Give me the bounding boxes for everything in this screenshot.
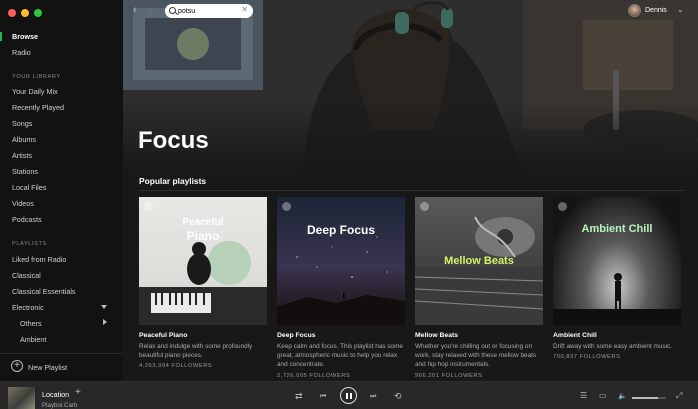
clear-search-icon[interactable]: ✕	[241, 5, 248, 14]
library-header: YOUR LIBRARY	[12, 74, 61, 80]
hero-fade	[123, 100, 698, 170]
playlist-followers: 966,201 FOLLOWERS	[415, 372, 483, 379]
new-playlist-button[interactable]: + New Playlist	[0, 353, 123, 381]
chevron-down-icon[interactable]	[101, 305, 107, 309]
playlist-cover[interactable]: Deep Focus	[277, 197, 405, 325]
library-item-albums[interactable]: Albums	[12, 135, 36, 144]
playlist-name[interactable]: Ambient Chill	[553, 332, 681, 339]
volume-level	[632, 397, 658, 399]
forward-button[interactable]: ›	[148, 4, 152, 16]
playlist-description: Keep calm and focus. This playlist has s…	[277, 343, 403, 369]
hero-banner	[123, 0, 698, 170]
now-playing-cover[interactable]	[8, 387, 35, 409]
playlist-cover[interactable]: Mellow Beats	[415, 197, 543, 325]
playlist-name[interactable]: Deep Focus	[277, 332, 405, 339]
playlist-card-ambient-chill[interactable]: Ambient Chill Ambient Chill Drift away w…	[553, 197, 681, 360]
playlist-item-classical-essentials[interactable]: Classical Essentials	[12, 287, 76, 296]
pause-icon	[346, 393, 348, 399]
user-menu-chevron-icon[interactable]: ⌄	[677, 5, 684, 14]
playlist-name[interactable]: Mellow Beats	[415, 332, 543, 339]
nav-radio[interactable]: Radio	[12, 48, 31, 57]
user-menu[interactable]: Dennis	[628, 4, 667, 17]
page-title: Focus	[138, 127, 209, 154]
library-item-songs[interactable]: Songs	[12, 119, 32, 128]
spotify-logo-icon	[282, 202, 291, 211]
playlist-card-deep-focus[interactable]: Deep Focus Deep Focus Keep calm and focu…	[277, 197, 405, 379]
spotify-logo-icon	[144, 202, 153, 211]
cover-title-line1: Peaceful	[182, 217, 224, 228]
back-button[interactable]: ‹	[133, 4, 137, 16]
library-item-recently-played[interactable]: Recently Played	[12, 103, 64, 112]
now-playing-title[interactable]: Location	[42, 390, 69, 399]
library-item-videos[interactable]: Videos	[12, 199, 34, 208]
section-divider	[139, 190, 684, 191]
next-track-icon[interactable]: ⏭	[370, 393, 376, 401]
zoom-window-button[interactable]	[34, 9, 42, 17]
volume-slider[interactable]	[632, 397, 666, 399]
repeat-icon[interactable]: ⟲	[394, 391, 402, 402]
now-playing-artist[interactable]: Playboi Carti	[42, 402, 77, 409]
add-to-library-icon[interactable]: +	[75, 387, 81, 398]
library-item-podcasts[interactable]: Podcasts	[12, 215, 42, 224]
new-playlist-label: New Playlist	[28, 363, 68, 372]
window-controls	[8, 9, 42, 17]
playlist-description: Drift away with some easy ambient music.	[553, 343, 672, 350]
cover-title: Deep Focus	[306, 223, 375, 237]
playlist-followers: 4,263,994 FOLLOWERS	[139, 363, 213, 370]
playlist-item-ambient[interactable]: Ambient	[20, 335, 46, 344]
shuffle-icon[interactable]: ⇄	[295, 391, 303, 402]
search-input[interactable]	[178, 5, 242, 17]
cover-title: Ambient Chill	[581, 223, 653, 235]
fullscreen-icon[interactable]: ⤢	[676, 391, 682, 401]
user-name[interactable]: Dennis	[645, 7, 667, 14]
playlist-description: Relax and indulge with some profoundly b…	[139, 343, 253, 360]
playlist-description: Whether you're chilling out or focusing …	[415, 343, 537, 369]
playlist-name[interactable]: Peaceful Piano	[139, 332, 267, 339]
search-icon	[169, 7, 176, 14]
previous-track-icon[interactable]: ⏮	[320, 393, 326, 401]
nav-browse[interactable]: Browse	[12, 32, 38, 41]
plus-icon: +	[11, 360, 23, 372]
library-item-stations[interactable]: Stations	[12, 167, 38, 176]
playlist-item-liked-from-radio[interactable]: Liked from Radio	[12, 255, 66, 264]
playlist-folder-electronic[interactable]: Electronic	[12, 303, 44, 312]
playlist-followers: 2,726,005 FOLLOWERS	[277, 372, 351, 379]
spotify-logo-icon	[558, 202, 567, 211]
playlist-card-peaceful-piano[interactable]: Peaceful Piano Peaceful Piano Relax and …	[139, 197, 267, 369]
cover-title-line2: Piano	[186, 229, 220, 243]
library-item-local-files[interactable]: Local Files	[12, 183, 46, 192]
search-box[interactable]: ✕	[165, 4, 253, 18]
volume-icon[interactable]: 🔈	[618, 392, 627, 400]
cover-title: Mellow Beats	[444, 255, 514, 267]
playlist-item-classical[interactable]: Classical	[12, 271, 41, 280]
sidebar: Browse Radio YOUR LIBRARY Your Daily Mix…	[0, 0, 123, 381]
playlists-header: PLAYLISTS	[12, 241, 47, 247]
section-title: Popular playlists	[139, 176, 207, 186]
pause-button[interactable]	[340, 387, 357, 404]
library-item-artists[interactable]: Artists	[12, 151, 32, 160]
spotify-logo-icon	[420, 202, 429, 211]
playlist-card-mellow-beats[interactable]: Mellow Beats Mellow Beats Whether you're…	[415, 197, 543, 379]
main-content: ‹ › ✕ Dennis ⌄ Focus Popular playlists P…	[123, 0, 698, 381]
active-indicator	[0, 32, 2, 41]
playlist-cover[interactable]: Ambient Chill	[553, 197, 681, 325]
playlist-cover[interactable]: Peaceful Piano	[139, 197, 267, 325]
playlist-folder-others[interactable]: Others	[20, 319, 42, 328]
devices-icon[interactable]: ▭	[599, 391, 607, 400]
minimize-window-button[interactable]	[21, 9, 29, 17]
playlist-followers: 700,837 FOLLOWERS	[553, 354, 621, 361]
avatar[interactable]	[628, 4, 641, 17]
close-window-button[interactable]	[8, 9, 16, 17]
library-item-daily-mix[interactable]: Your Daily Mix	[12, 87, 58, 96]
player-bar: Location Playboi Carti + ⇄ ⏮ ⏭ ⟲ ☰ ▭ 🔈 ⤢	[0, 381, 698, 409]
queue-icon[interactable]: ☰	[580, 391, 587, 400]
chevron-right-icon[interactable]	[103, 319, 107, 325]
